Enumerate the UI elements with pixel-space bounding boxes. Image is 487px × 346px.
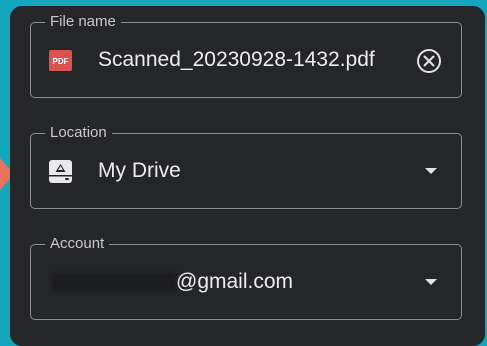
file-name-field[interactable]: File name PDF Scanned_20230928-1432.pdf	[30, 13, 462, 98]
location-value: My Drive	[98, 159, 181, 182]
pdf-icon-text: PDF	[53, 57, 69, 66]
google-drive-icon	[49, 160, 72, 183]
file-name-input[interactable]: Scanned_20230928-1432.pdf	[98, 46, 375, 74]
location-label: Location	[45, 124, 112, 142]
clear-circle-x-icon[interactable]	[415, 47, 443, 75]
dropdown-arrow-icon[interactable]	[425, 279, 437, 285]
account-email-value: @gmail.com	[176, 270, 294, 293]
location-dropdown[interactable]: Location My Drive	[30, 124, 462, 209]
save-dialog: File name PDF Scanned_20230928-1432.pdf …	[10, 6, 485, 346]
account-dropdown[interactable]: Account @gmail.com	[30, 235, 462, 320]
dropdown-arrow-icon[interactable]	[425, 168, 437, 174]
account-label: Account	[45, 235, 110, 253]
pdf-file-icon: PDF	[49, 50, 72, 71]
redacted-email-username	[51, 273, 177, 291]
file-name-label: File name	[45, 13, 121, 31]
